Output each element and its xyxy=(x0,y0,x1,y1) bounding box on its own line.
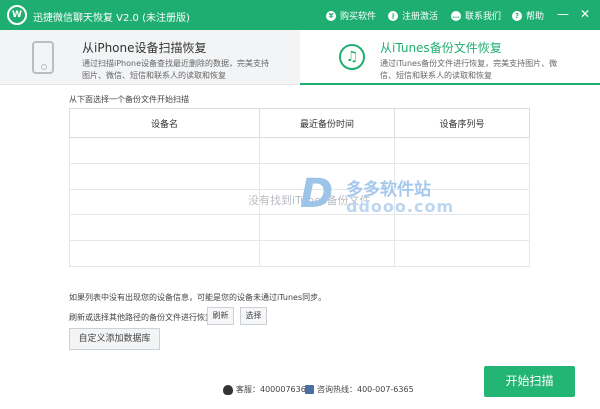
table-row[interactable] xyxy=(69,214,530,242)
refresh-hint: 刷新或选择其他路径的备份文件进行恢复。 xyxy=(69,313,221,322)
phone-icon xyxy=(305,385,314,394)
no-device-hint: 如果列表中没有出现您的设备信息，可能是您的设备未通过iTunes同步。 xyxy=(69,293,327,302)
empty-table-message: 没有找到iTunes备份文件 xyxy=(248,194,371,207)
cart-icon: ¥ xyxy=(326,10,336,21)
buy-software-label: 购买软件 xyxy=(340,12,377,22)
music-note-icon: ♫ xyxy=(339,44,365,70)
recovery-mode-tabs: 从iPhone设备扫描恢复 通过扫描iPhone设备查找最近删除的数据，完美支持… xyxy=(0,30,600,85)
qq-icon xyxy=(223,384,233,395)
buy-software-link[interactable]: ¥ 购买软件 xyxy=(326,9,376,22)
help-icon: ? xyxy=(512,10,522,21)
table-row[interactable] xyxy=(69,240,530,267)
hotline: 咨询热线：400-007-6365 xyxy=(305,384,414,395)
qq-support-text: 客服：4000076365 xyxy=(236,385,311,394)
column-last-backup-time: 最近备份时间 xyxy=(259,108,395,138)
minimize-button[interactable]: — xyxy=(556,7,570,21)
app-logo-icon: W xyxy=(7,5,27,25)
backup-file-table: 设备名 最近备份时间 设备序列号 xyxy=(69,108,530,267)
qq-support: 客服：4000076365 xyxy=(223,384,311,395)
register-activate-link[interactable]: ⚷ 注册激活 xyxy=(388,9,438,22)
chat-icon: … xyxy=(451,10,461,21)
table-row[interactable] xyxy=(69,137,530,164)
contact-us-label: 联系我们 xyxy=(465,12,502,22)
title-bar: W 迅捷微信聊天恢复 V2.0 (未注册版) ¥ 购买软件 ⚷ 注册激活 … 联… xyxy=(0,0,600,30)
itunes-mode-title: 从iTunes备份文件恢复 xyxy=(380,41,502,55)
add-custom-database-button[interactable]: 自定义添加数据库 xyxy=(69,328,160,350)
close-button[interactable]: ✕ xyxy=(578,7,592,21)
tab-iphone-scan[interactable]: 从iPhone设备扫描恢复 通过扫描iPhone设备查找最近删除的数据，完美支持… xyxy=(0,30,300,85)
contact-us-link[interactable]: … 联系我们 xyxy=(451,9,501,22)
itunes-mode-description: 通过iTunes备份文件进行恢复，完美支持图片、微信、短信和联系人的读取和恢复 xyxy=(380,59,558,80)
app-title: 迅捷微信聊天恢复 V2.0 (未注册版) xyxy=(33,13,190,24)
table-row[interactable] xyxy=(69,162,530,190)
key-icon: ⚷ xyxy=(388,10,398,21)
iphone-icon xyxy=(32,41,54,74)
refresh-button[interactable]: 刷新 xyxy=(207,307,234,325)
iphone-mode-description: 通过扫描iPhone设备查找最近删除的数据，完美支持图片、微信、短信和联系人的读… xyxy=(82,59,270,80)
register-activate-label: 注册激活 xyxy=(402,12,439,22)
select-path-button[interactable]: 选择 xyxy=(240,307,267,325)
start-scan-button[interactable]: 开始扫描 xyxy=(484,366,575,397)
hotline-text: 咨询热线：400-007-6365 xyxy=(317,385,414,394)
column-device-name: 设备名 xyxy=(69,108,260,138)
instruction-text: 从下面选择一个备份文件开始扫描 xyxy=(69,95,189,104)
help-label: 帮助 xyxy=(526,12,545,22)
iphone-mode-title: 从iPhone设备扫描恢复 xyxy=(82,41,207,55)
help-link[interactable]: ? 帮助 xyxy=(512,9,544,22)
table-header-row: 设备名 最近备份时间 设备序列号 xyxy=(69,108,530,138)
column-device-serial: 设备序列号 xyxy=(394,108,530,138)
